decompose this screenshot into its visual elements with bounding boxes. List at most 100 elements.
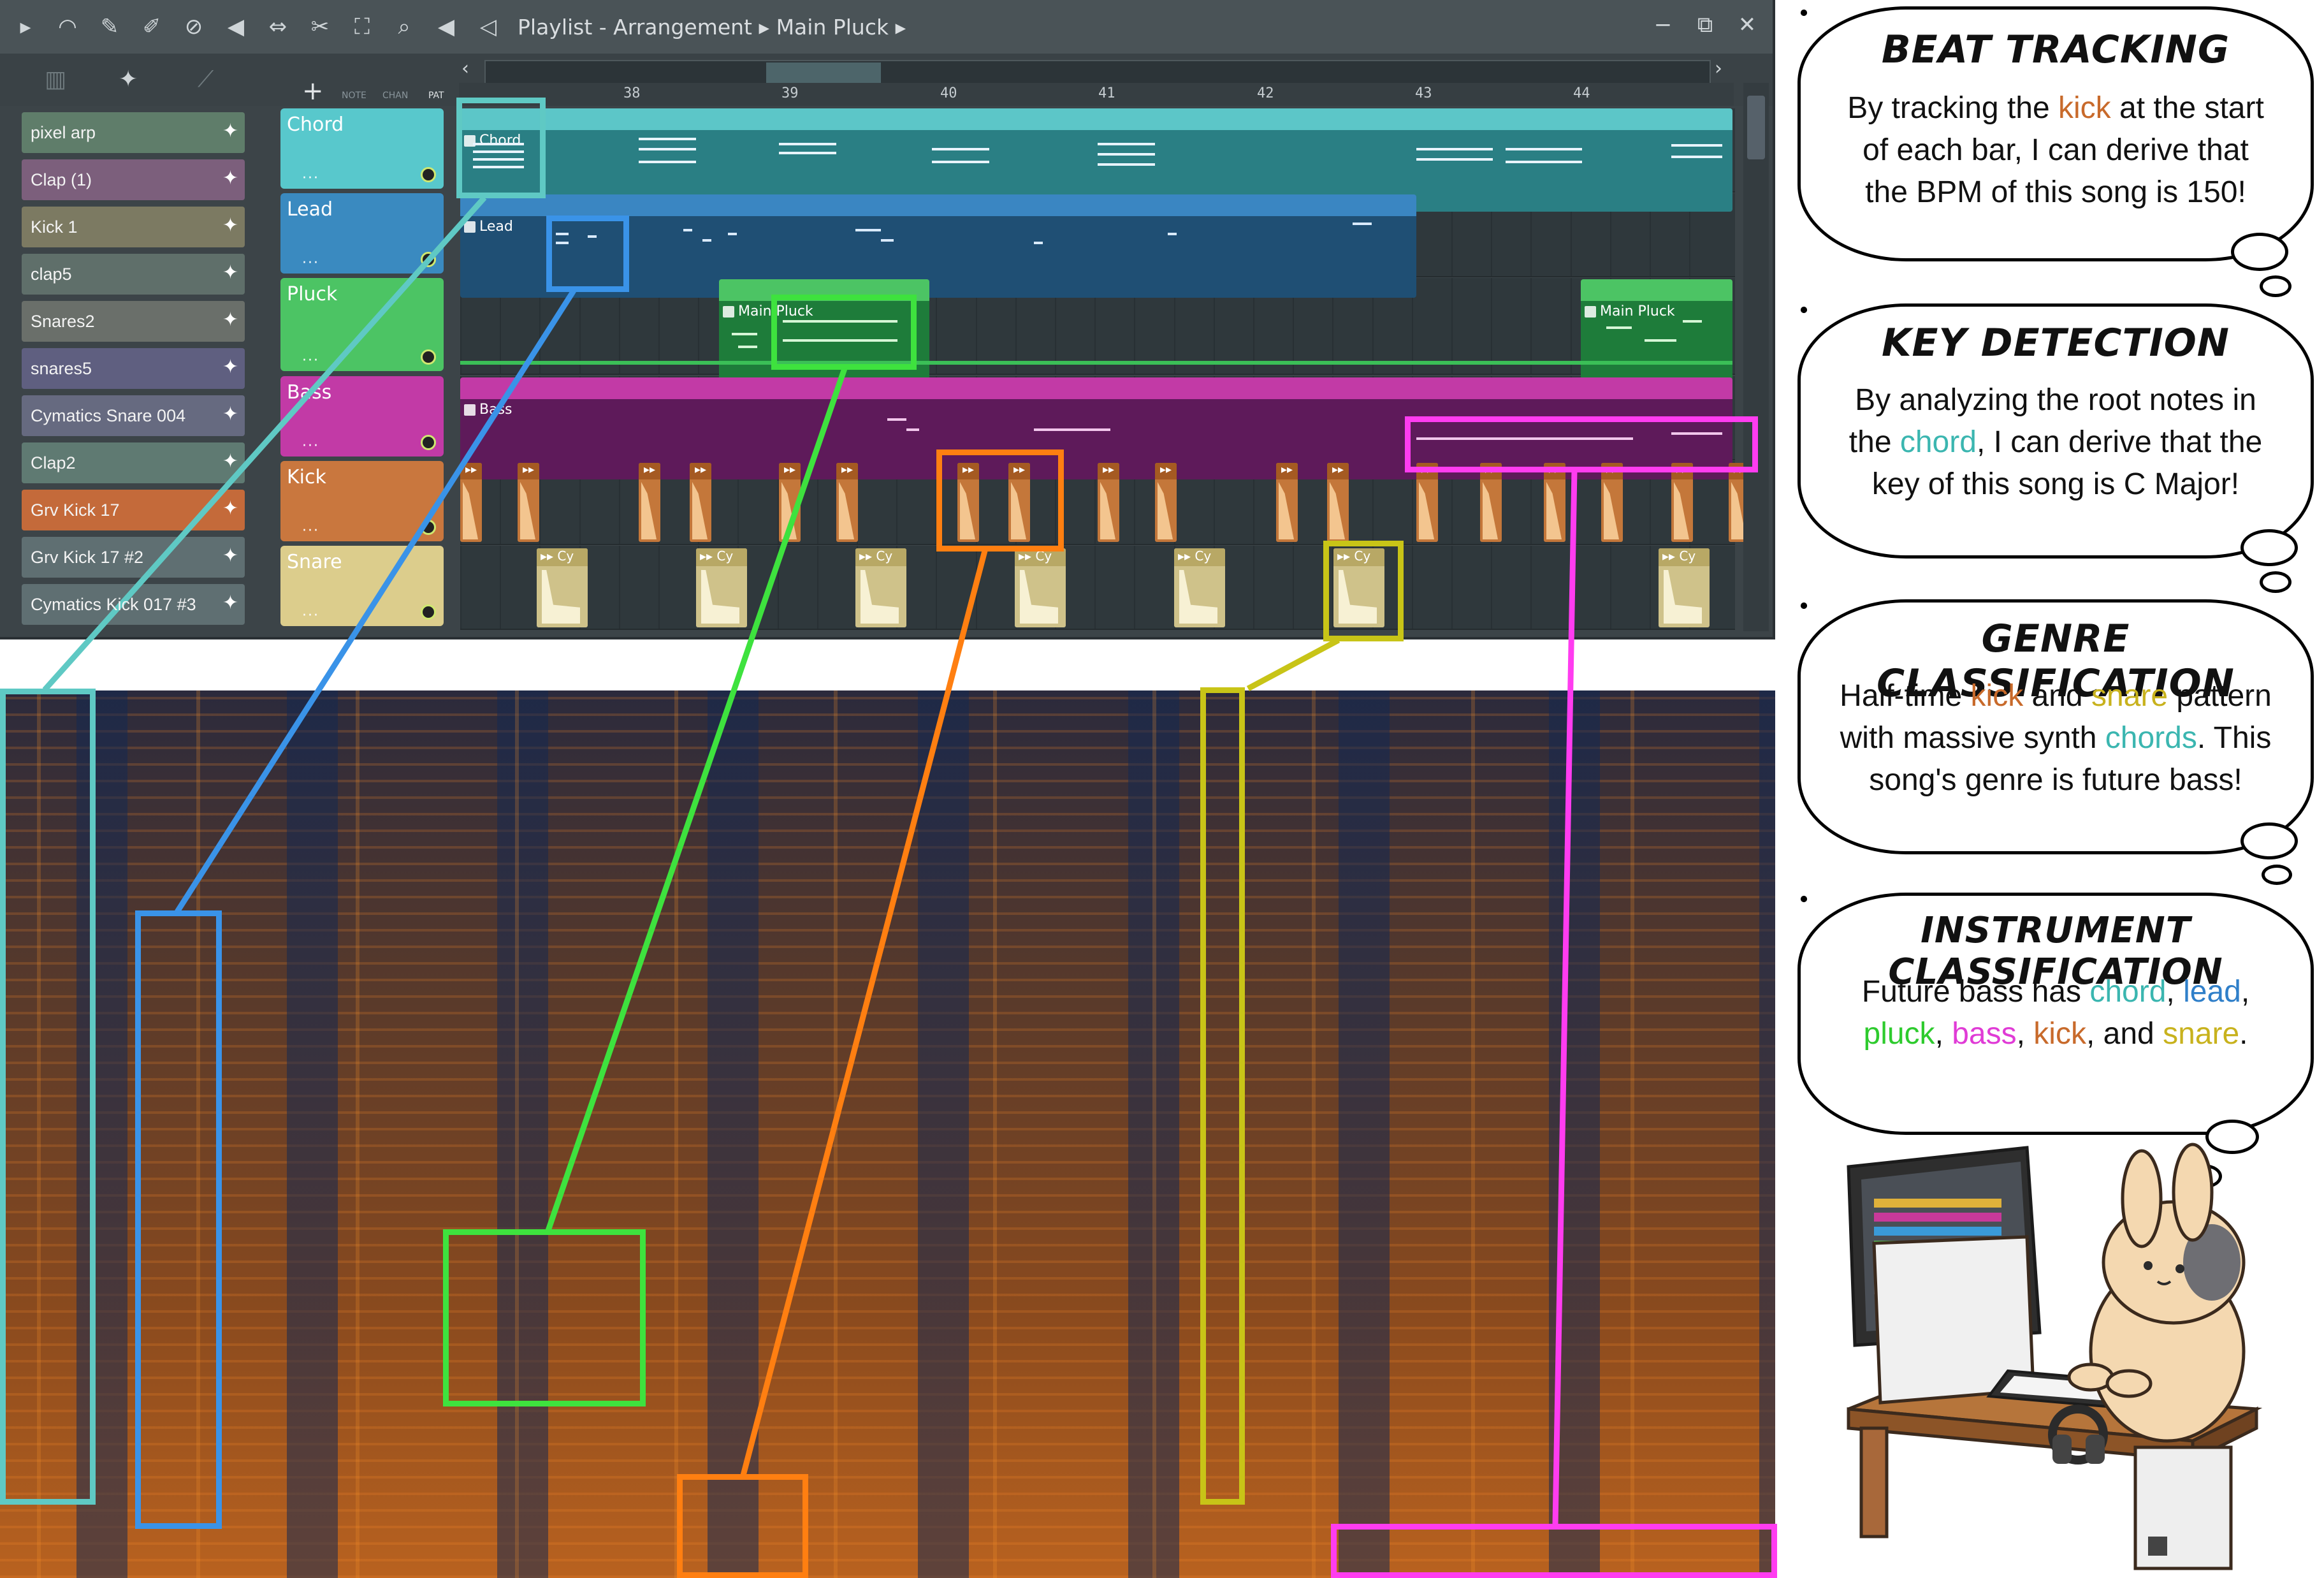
vertical-scrollbar[interactable] — [1743, 83, 1769, 631]
play-icon[interactable]: ▸ — [9, 10, 42, 43]
channel-drag-icon[interactable]: ✦ — [222, 356, 238, 378]
waveform-icon[interactable]: ✦ — [119, 66, 138, 92]
mode-chan[interactable]: CHAN — [382, 91, 408, 101]
snare-clip[interactable]: ▸▸ Cy — [696, 548, 747, 627]
kick-clip[interactable]: ▸▸ — [779, 463, 801, 542]
track-header-lead[interactable]: Lead ··· — [280, 193, 444, 274]
channel-button[interactable]: Cymatics Kick 017 #3 ✦ — [22, 584, 245, 625]
snare-clip[interactable]: ▸▸ Cy — [1174, 548, 1225, 627]
ruler-bar-number: 39 — [781, 85, 799, 101]
kick-clip[interactable]: ▸▸ — [1416, 463, 1438, 542]
channel-label: Kick 1 — [31, 217, 78, 237]
delete-icon[interactable]: ⊘ — [177, 10, 210, 43]
kick-clip[interactable]: ▸▸ — [639, 463, 660, 542]
channel-drag-icon[interactable]: ✦ — [222, 214, 238, 237]
channel-button[interactable]: Grv Kick 17 ✦ — [22, 490, 245, 530]
kick-clip[interactable]: ▸▸ — [690, 463, 711, 542]
channel-drag-icon[interactable]: ✦ — [222, 309, 238, 331]
restore-button[interactable]: ⧉ — [1691, 9, 1719, 41]
track-mute-led[interactable] — [421, 435, 436, 450]
kick-clip-header: ▸▸ — [690, 463, 711, 479]
snare-clip[interactable]: ▸▸ Cy — [1659, 548, 1710, 627]
track-mute-led[interactable] — [421, 349, 436, 365]
channel-button[interactable]: Clap2 ✦ — [22, 442, 245, 483]
snare-clip[interactable]: ▸▸ Cy — [855, 548, 906, 627]
snare-clip-header: ▸▸ Cy — [696, 548, 747, 566]
channel-drag-icon[interactable]: ✦ — [222, 261, 238, 284]
kick-clip[interactable]: ▸▸ — [1098, 463, 1119, 542]
track-header-pluck[interactable]: Pluck ··· — [280, 278, 444, 371]
pencil-icon[interactable]: ✎ — [93, 10, 126, 43]
automation-icon[interactable]: ⟋ — [198, 66, 214, 93]
minimize-button[interactable]: − — [1649, 9, 1677, 41]
pluck-clip-b[interactable]: Main Pluck — [1581, 279, 1732, 381]
track-header-chord[interactable]: Chord ··· — [280, 108, 444, 189]
playback-icon[interactable]: ◀ — [430, 10, 463, 43]
pluck-highlight-daw — [771, 295, 917, 370]
mode-note[interactable]: NOTE — [342, 91, 367, 101]
mode-pat[interactable]: PAT — [428, 91, 444, 101]
kick-clip[interactable]: ▸▸ — [1544, 463, 1565, 542]
kick-clip[interactable]: ▸▸ — [1155, 463, 1177, 542]
scroll-right-icon[interactable]: › — [1715, 57, 1722, 80]
channel-button[interactable]: Cymatics Snare 004 ✦ — [22, 395, 245, 436]
channel-button[interactable]: Grv Kick 17 #2 ✦ — [22, 537, 245, 578]
track-header-kick[interactable]: Kick ··· — [280, 461, 444, 541]
zoom-icon[interactable]: ⌕ — [388, 10, 421, 43]
timeline-ruler[interactable]: 3738394041424344 — [459, 83, 1734, 106]
scroll-left-icon[interactable]: ‹ — [461, 57, 469, 80]
beat-tracking-bubble: BEAT TRACKING By tracking the kick at th… — [1797, 6, 2314, 261]
channel-button[interactable]: Snares2 ✦ — [22, 301, 245, 342]
channel-drag-icon[interactable]: ✦ — [222, 403, 238, 425]
select-icon[interactable]: ⛶ — [345, 10, 379, 43]
kick-clip[interactable]: ▸▸ — [1276, 463, 1298, 542]
channel-drag-icon[interactable]: ✦ — [222, 450, 238, 472]
slip-icon[interactable]: ⇔ — [261, 10, 294, 43]
track-menu-icon[interactable]: ··· — [302, 438, 319, 454]
channel-button[interactable]: clap5 ✦ — [22, 254, 245, 295]
track-mute-led[interactable] — [421, 252, 436, 267]
piano-icon[interactable]: ▥ — [45, 66, 66, 92]
track-menu-icon[interactable]: ··· — [302, 523, 319, 539]
snare-clip[interactable]: ▸▸ Cy — [1015, 548, 1066, 627]
track-menu-icon[interactable]: ··· — [302, 170, 319, 186]
add-track-button[interactable]: + — [302, 77, 324, 106]
track-header-snare[interactable]: Snare ··· — [280, 546, 444, 626]
slice-icon[interactable]: ✂ — [303, 10, 337, 43]
channel-drag-icon[interactable]: ✦ — [222, 544, 238, 567]
channel-button[interactable]: pixel arp ✦ — [22, 112, 245, 153]
track-mute-led[interactable] — [421, 167, 436, 182]
channel-button[interactable]: Kick 1 ✦ — [22, 207, 245, 247]
channel-drag-icon[interactable]: ✦ — [222, 497, 238, 520]
track-menu-icon[interactable]: ··· — [302, 255, 319, 271]
track-lane-snare[interactable] — [460, 546, 1735, 630]
channel-button[interactable]: Clap (1) ✦ — [22, 159, 245, 200]
channel-drag-icon[interactable]: ✦ — [222, 167, 238, 189]
channel-drag-icon[interactable]: ✦ — [222, 120, 238, 142]
track-mute-led[interactable] — [421, 520, 436, 535]
kick-clip[interactable]: ▸▸ — [1601, 463, 1623, 542]
close-button[interactable]: ✕ — [1733, 9, 1761, 41]
kick-clip[interactable]: ▸▸ — [1671, 463, 1693, 542]
kick-clip[interactable]: ▸▸ — [1480, 463, 1502, 542]
kick-clip-header: ▸▸ — [518, 463, 539, 479]
kick-clip[interactable]: ▸▸ — [460, 463, 482, 542]
paint-icon[interactable]: ✐ — [135, 10, 168, 43]
track-menu-icon[interactable]: ··· — [302, 608, 319, 624]
kick-clip[interactable]: ▸▸ — [836, 463, 858, 542]
speaker-icon[interactable]: ◁ — [472, 10, 505, 43]
headphones-icon[interactable]: ◠ — [51, 10, 84, 43]
track-menu-icon[interactable]: ··· — [302, 353, 319, 369]
snare-clip[interactable]: ▸▸ Cy — [537, 548, 588, 627]
ruler-bar-number: 42 — [1257, 85, 1274, 101]
mute-icon[interactable]: ◀ — [219, 10, 252, 43]
kick-clip-header: ▸▸ — [1327, 463, 1349, 479]
channel-label: snares5 — [31, 358, 92, 378]
channel-drag-icon[interactable]: ✦ — [222, 592, 238, 614]
channel-button[interactable]: snares5 ✦ — [22, 348, 245, 389]
track-header-bass[interactable]: Bass ··· — [280, 376, 444, 457]
kick-clip[interactable]: ▸▸ — [518, 463, 539, 542]
track-mute-led[interactable] — [421, 604, 436, 620]
channel-label: Clap (1) — [31, 170, 92, 189]
kick-clip[interactable]: ▸▸ — [1327, 463, 1349, 542]
